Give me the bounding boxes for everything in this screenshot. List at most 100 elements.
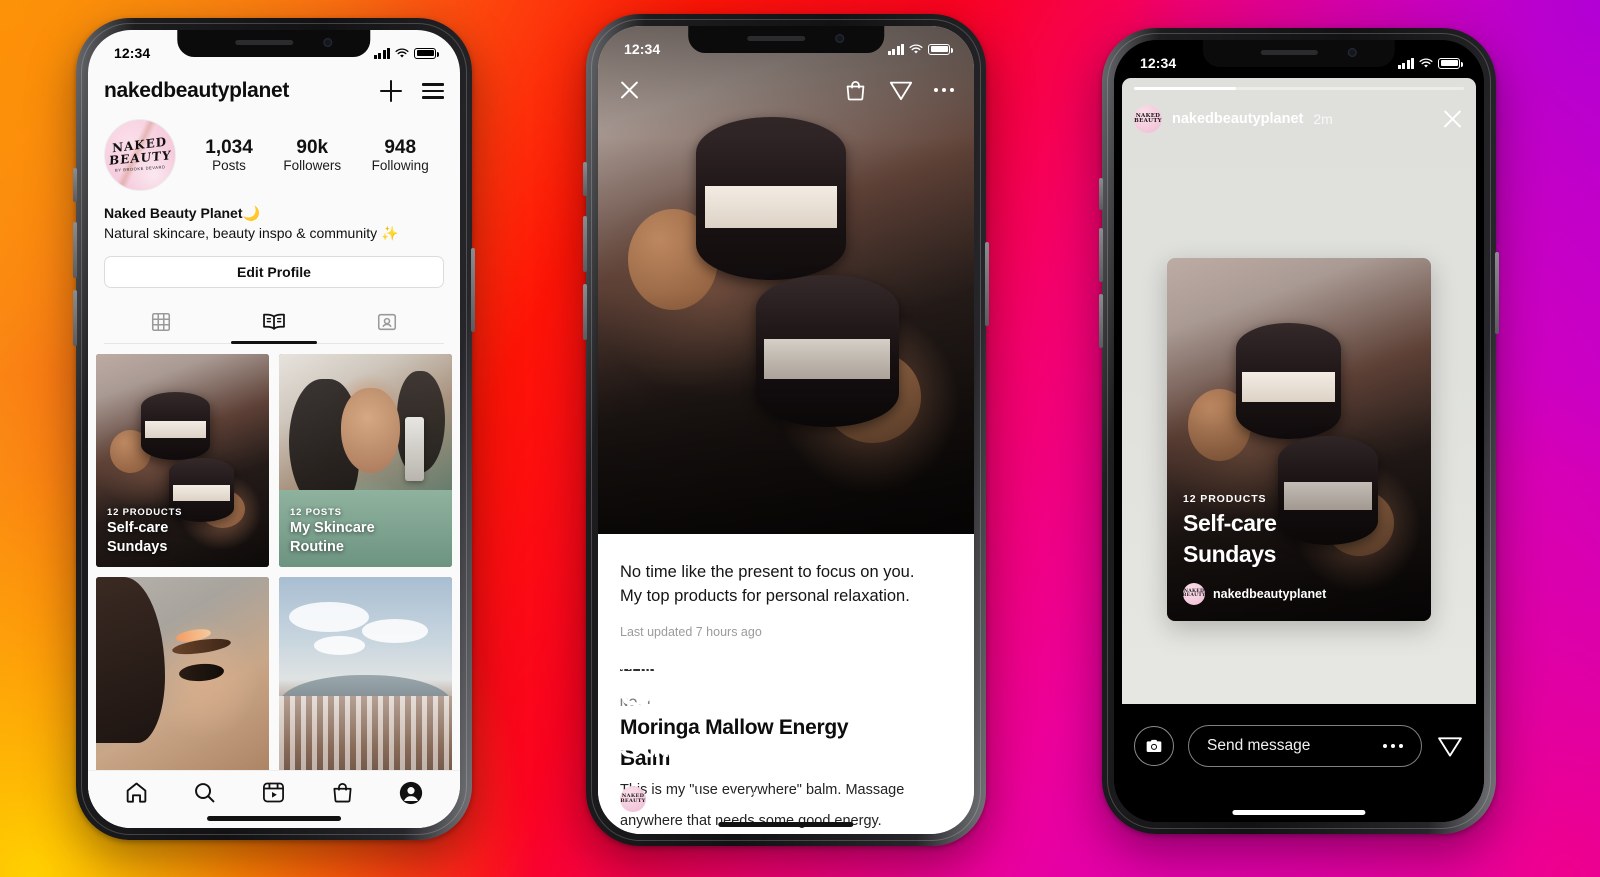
moon-emoji-icon: 🌙 (242, 205, 260, 221)
instagram-story-app: NAKED BEAUTY nakedbeautyplanet 2m 12 PRO… (1114, 40, 1484, 822)
guide-card-2[interactable]: 12 POSTS My Skincare Routine (279, 353, 452, 567)
guides-book-icon (262, 311, 286, 333)
tagged-person-icon (376, 311, 398, 333)
bio-description: Natural skincare, beauty inspo & communi… (104, 223, 444, 243)
avatar: NAKED BEAUTY (1183, 583, 1205, 605)
story-username[interactable]: nakedbeautyplanet (1172, 111, 1303, 127)
profile-header: nakedbeautyplanet (104, 74, 444, 115)
phone-2-screen: 12:34 12 PRODUCTS Self-care Sundays NAKE… (598, 26, 974, 834)
stat-followers[interactable]: 90k Followers (283, 137, 341, 174)
send-message-placeholder: Send message (1207, 737, 1311, 754)
sidebar-item-guides-tab[interactable] (217, 302, 330, 344)
profile-top-section: nakedbeautyplanet NAKED BEAUTY BY BROOKE… (88, 30, 460, 344)
guide-title-line2: Sundays (620, 727, 754, 765)
notch (688, 26, 884, 53)
shopping-bag-icon[interactable] (843, 78, 868, 103)
guide-description-line2: My top products for personal relaxation. (620, 587, 910, 606)
stat-posts-label: Posts (212, 158, 246, 174)
shared-guide-card[interactable]: 12 PRODUCTS Self-care Sundays NAKED BEAUT… (1167, 258, 1431, 621)
sidebar-item-tagged-tab[interactable] (331, 302, 444, 343)
edit-profile-button[interactable]: Edit Profile (104, 255, 444, 288)
guide-card-4[interactable] (279, 576, 452, 790)
guide-hero-text: 12 PRODUCTS Self-care Sundays NAKED BEAUT… (620, 667, 952, 812)
reels-icon[interactable] (261, 780, 286, 805)
shop-icon[interactable] (330, 780, 355, 805)
front-camera (323, 38, 333, 47)
stat-posts[interactable]: 1,034 Posts (205, 137, 253, 174)
volume-up-button[interactable] (73, 222, 77, 278)
profile-username: nakedbeautyplanet (104, 79, 290, 102)
stat-following[interactable]: 948 Following (372, 137, 429, 174)
story-progress-bar (1134, 87, 1464, 90)
guide-author[interactable]: NAKED BEAUTY nakedbeautyplanet (620, 786, 952, 812)
phone-3-story-dm: 12:34 NAKED BEAUTY nakedbeautyplanet 2m … (1099, 28, 1499, 834)
close-x-icon[interactable] (618, 79, 641, 102)
send-paper-plane-icon[interactable] (888, 77, 914, 103)
close-x-icon[interactable] (1441, 108, 1464, 131)
send-paper-plane-icon[interactable] (1436, 732, 1464, 760)
phone-1-screen: 12:34 nakedbeautyplanet NAKED BEAUTY BY … (88, 30, 460, 828)
more-dots-icon[interactable] (934, 88, 954, 92)
sparkles-emoji-icon: ✨ (381, 225, 399, 242)
story-viewer[interactable]: NAKED BEAUTY nakedbeautyplanet 2m 12 PRO… (1122, 78, 1476, 738)
bio-display-name-text: Naked Beauty Planet (104, 205, 243, 221)
battery-icon (928, 43, 953, 55)
earpiece-speaker (1260, 50, 1319, 55)
phone-1-profile: 12:34 nakedbeautyplanet NAKED BEAUTY BY … (73, 18, 475, 840)
guide-card-1[interactable]: 12 PRODUCTS Self-care Sundays (96, 353, 269, 567)
phone-3-screen: 12:34 NAKED BEAUTY nakedbeautyplanet 2m … (1114, 40, 1484, 822)
story-time-ago: 2m (1313, 111, 1333, 127)
bio-display-name: Naked Beauty Planet🌙 (104, 203, 444, 223)
profile-avatar-icon[interactable] (398, 780, 424, 806)
guide-top-bar (598, 70, 974, 110)
guides-grid: 12 PRODUCTS Self-care Sundays 12 POSTS M… (88, 343, 460, 828)
card-author-name: nakedbeautyplanet (1213, 587, 1327, 601)
grid-icon (150, 311, 172, 333)
instagram-profile-app: nakedbeautyplanet NAKED BEAUTY BY BROOKE… (88, 30, 460, 828)
power-button[interactable] (471, 248, 475, 332)
home-indicator (1232, 810, 1366, 815)
wifi-icon (1419, 57, 1433, 69)
volume-down-button[interactable] (73, 290, 77, 346)
volume-down-button[interactable] (1099, 294, 1103, 348)
home-icon[interactable] (124, 780, 149, 805)
card-count-label: 12 PRODUCTS (1183, 493, 1267, 506)
mute-switch[interactable] (73, 168, 77, 202)
status-time: 12:34 (114, 45, 151, 61)
card-title-line1: Self-care (1183, 510, 1277, 537)
guide-author-name: nakedbeautyplanet (655, 791, 787, 807)
profile-bio: Naked Beauty Planet🌙 Natural skincare, b… (104, 201, 444, 244)
guide-card-2-title-line1: My Skincare (290, 520, 375, 537)
camera-icon[interactable] (1134, 726, 1174, 766)
mute-switch[interactable] (1099, 178, 1103, 210)
volume-down-button[interactable] (583, 284, 587, 340)
front-camera (835, 34, 845, 43)
guide-count-label: 12 PRODUCTS (620, 666, 713, 679)
bio-description-text: Natural skincare, beauty inspo & communi… (104, 225, 378, 242)
volume-up-button[interactable] (1099, 228, 1103, 282)
card-title-line2: Sundays (1183, 541, 1277, 568)
status-time: 12:34 (1140, 55, 1177, 71)
hamburger-menu-icon[interactable] (422, 83, 444, 99)
power-button[interactable] (985, 242, 989, 326)
notch (1202, 40, 1396, 67)
wifi-icon (909, 43, 923, 55)
avatar[interactable]: NAKED BEAUTY (1134, 105, 1162, 133)
plus-icon[interactable] (380, 80, 402, 102)
more-dots-icon[interactable] (1383, 744, 1403, 748)
volume-up-button[interactable] (583, 216, 587, 272)
avatar[interactable]: NAKED BEAUTY BY BROOKE DEVARD (104, 119, 176, 191)
guide-card-3[interactable] (96, 576, 269, 790)
battery-icon (1438, 57, 1463, 69)
home-indicator (718, 822, 854, 827)
guide-card-2-title-line2: Routine (290, 539, 344, 556)
power-button[interactable] (1495, 252, 1499, 334)
search-icon[interactable] (192, 780, 217, 805)
phone-2-guide: 12:34 12 PRODUCTS Self-care Sundays NAKE… (583, 14, 989, 846)
sidebar-item-grid-tab[interactable] (104, 302, 217, 343)
earpiece-speaker (746, 36, 806, 41)
mute-switch[interactable] (583, 162, 587, 196)
stat-followers-label: Followers (283, 158, 342, 174)
wifi-icon (395, 47, 409, 59)
send-message-input[interactable]: Send message (1188, 725, 1422, 767)
